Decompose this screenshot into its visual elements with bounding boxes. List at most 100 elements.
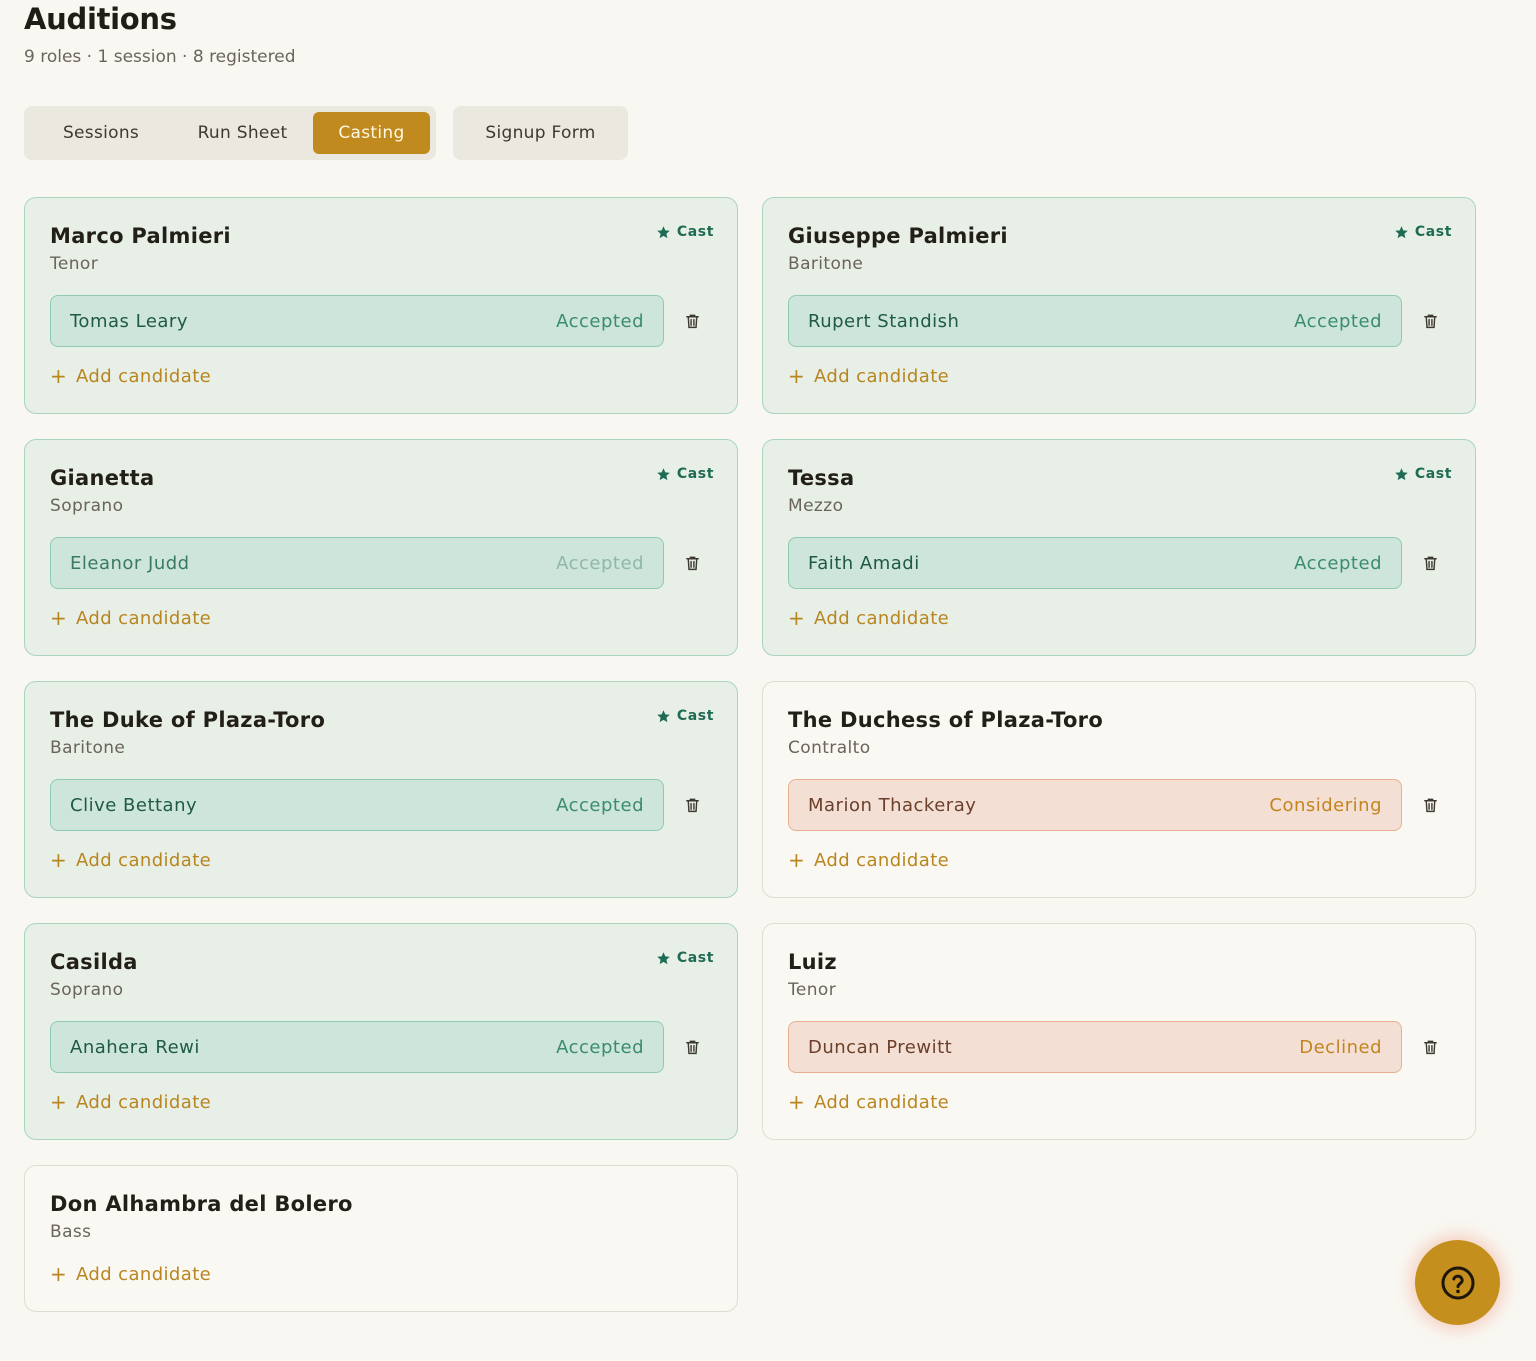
cast-label: Cast	[676, 466, 714, 482]
plus-icon: +	[50, 1090, 68, 1114]
add-candidate-button[interactable]: + Add candidate	[788, 1090, 949, 1114]
delete-candidate-button[interactable]	[1420, 311, 1440, 331]
candidate-status: Accepted	[1294, 310, 1382, 332]
signup-form-button[interactable]: Signup Form	[453, 106, 628, 160]
view-tabs: Sessions Run Sheet Casting	[24, 106, 436, 160]
cast-label: Cast	[676, 950, 714, 966]
add-candidate-label: Add candidate	[76, 1263, 212, 1285]
add-candidate-button[interactable]: + Add candidate	[50, 364, 211, 388]
cast-badge: Cast	[656, 708, 714, 724]
delete-candidate-button[interactable]	[1420, 795, 1440, 815]
candidate-name: Duncan Prewitt	[808, 1036, 953, 1058]
candidate-status: Declined	[1299, 1036, 1382, 1058]
role-card: Don Alhambra del Bolero Bass + Add candi…	[24, 1165, 738, 1312]
role-name: The Duke of Plaza-Toro	[50, 708, 326, 732]
cast-label: Cast	[1414, 466, 1452, 482]
role-voice: Mezzo	[788, 496, 844, 516]
candidate-status: Accepted	[1294, 552, 1382, 574]
plus-icon: +	[50, 848, 68, 872]
candidate-name: Faith Amadi	[808, 552, 920, 574]
trash-icon	[685, 556, 699, 571]
star-icon	[1395, 467, 1408, 480]
plus-icon: +	[50, 606, 68, 630]
add-candidate-button[interactable]: + Add candidate	[788, 848, 949, 872]
role-name: Tessa	[788, 466, 855, 490]
add-candidate-button[interactable]: + Add candidate	[788, 606, 949, 630]
role-voice: Soprano	[50, 980, 124, 1000]
role-card: Giuseppe Palmieri Baritone Cast Rupert S…	[762, 197, 1476, 414]
plus-icon: +	[788, 1090, 806, 1114]
delete-candidate-button[interactable]	[682, 1037, 702, 1057]
role-name: Casilda	[50, 950, 138, 974]
delete-candidate-button[interactable]	[1420, 1037, 1440, 1057]
role-voice: Bass	[50, 1222, 92, 1242]
candidate-status: Accepted	[556, 794, 644, 816]
candidate-status: Accepted	[556, 552, 644, 574]
tab-run-sheet[interactable]: Run Sheet	[172, 112, 313, 154]
candidate-row[interactable]: Duncan Prewitt Declined	[788, 1021, 1402, 1073]
role-card: Casilda Soprano Cast Anahera Rewi Accept…	[24, 923, 738, 1140]
trash-icon	[685, 798, 699, 813]
role-voice: Contralto	[788, 738, 871, 758]
tab-casting[interactable]: Casting	[313, 112, 430, 154]
add-candidate-label: Add candidate	[76, 607, 212, 629]
plus-icon: +	[50, 364, 68, 388]
page-title: Auditions	[24, 2, 177, 36]
candidate-name: Marion Thackeray	[808, 794, 977, 816]
star-icon	[657, 467, 670, 480]
star-icon	[657, 951, 670, 964]
candidate-name: Clive Bettany	[70, 794, 198, 816]
role-voice: Tenor	[50, 254, 99, 274]
plus-icon: +	[788, 364, 806, 388]
role-voice: Soprano	[50, 496, 124, 516]
star-icon	[657, 709, 670, 722]
trash-icon	[685, 1040, 699, 1055]
add-candidate-button[interactable]: + Add candidate	[50, 606, 211, 630]
candidate-row[interactable]: Tomas Leary Accepted	[50, 295, 664, 347]
candidate-row[interactable]: Clive Bettany Accepted	[50, 779, 664, 831]
plus-icon: +	[50, 1262, 68, 1286]
add-candidate-button[interactable]: + Add candidate	[50, 1262, 211, 1286]
cast-badge: Cast	[656, 466, 714, 482]
add-candidate-button[interactable]: + Add candidate	[788, 364, 949, 388]
candidate-status: Considering	[1269, 794, 1382, 816]
delete-candidate-button[interactable]	[1420, 553, 1440, 573]
tab-sessions[interactable]: Sessions	[30, 112, 172, 154]
candidate-name: Anahera Rewi	[70, 1036, 200, 1058]
candidate-name: Rupert Standish	[808, 310, 960, 332]
add-candidate-button[interactable]: + Add candidate	[50, 1090, 211, 1114]
cast-badge: Cast	[1394, 224, 1452, 240]
role-card: The Duchess of Plaza-Toro Contralto Mari…	[762, 681, 1476, 898]
candidate-status: Accepted	[556, 310, 644, 332]
star-icon	[1395, 225, 1408, 238]
candidate-row[interactable]: Anahera Rewi Accepted	[50, 1021, 664, 1073]
candidate-row[interactable]: Rupert Standish Accepted	[788, 295, 1402, 347]
candidate-row[interactable]: Eleanor Judd Accepted	[50, 537, 664, 589]
cast-badge: Cast	[1394, 466, 1452, 482]
trash-icon	[1423, 556, 1437, 571]
role-name: Gianetta	[50, 466, 155, 490]
candidate-row[interactable]: Faith Amadi Accepted	[788, 537, 1402, 589]
add-candidate-label: Add candidate	[814, 1091, 950, 1113]
role-name: Luiz	[788, 950, 837, 974]
role-name: Giuseppe Palmieri	[788, 224, 1008, 248]
trash-icon	[1423, 1040, 1437, 1055]
candidate-row[interactable]: Marion Thackeray Considering	[788, 779, 1402, 831]
delete-candidate-button[interactable]	[682, 553, 702, 573]
delete-candidate-button[interactable]	[682, 311, 702, 331]
add-candidate-button[interactable]: + Add candidate	[50, 848, 211, 872]
role-card: Gianetta Soprano Cast Eleanor Judd Accep…	[24, 439, 738, 656]
candidate-name: Eleanor Judd	[70, 552, 190, 574]
role-name: Marco Palmieri	[50, 224, 231, 248]
role-card: Marco Palmieri Tenor Cast Tomas Leary Ac…	[24, 197, 738, 414]
trash-icon	[685, 314, 699, 329]
add-candidate-label: Add candidate	[814, 365, 950, 387]
plus-icon: +	[788, 848, 806, 872]
plus-icon: +	[788, 606, 806, 630]
cast-badge: Cast	[656, 950, 714, 966]
role-voice: Tenor	[788, 980, 837, 1000]
trash-icon	[1423, 314, 1437, 329]
help-button[interactable]	[1415, 1240, 1500, 1325]
cast-badge: Cast	[656, 224, 714, 240]
delete-candidate-button[interactable]	[682, 795, 702, 815]
